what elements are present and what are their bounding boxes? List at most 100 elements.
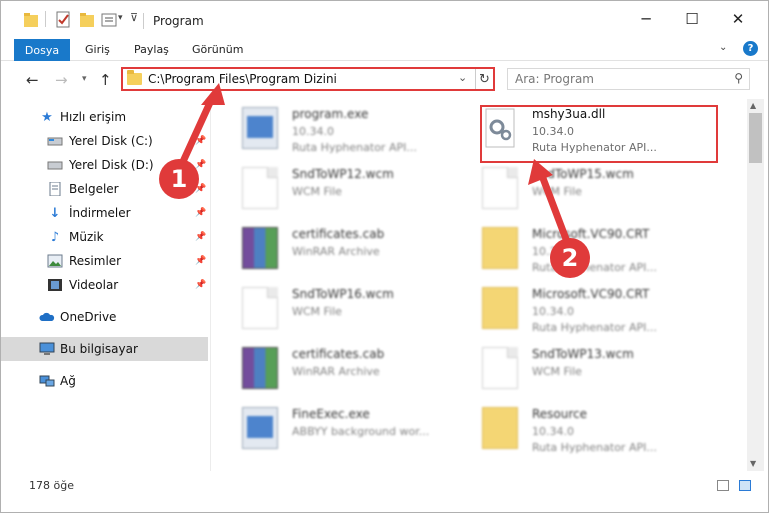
help-button[interactable]: ? (743, 41, 758, 56)
file-item[interactable]: program.exe 10.34.0 Ruta Hyphenator API.… (234, 101, 464, 159)
folder-icon (24, 13, 38, 27)
close-button[interactable]: ✕ (715, 1, 761, 37)
sidebar-item-music[interactable]: ♪ Müzik 📌 (1, 225, 208, 249)
forward-arrow-icon[interactable]: → (55, 71, 68, 89)
search-icon[interactable]: ⚲ (734, 71, 743, 85)
recent-locations-icon[interactable]: ▾ (82, 74, 87, 84)
vertical-scrollbar[interactable]: ▲ ▼ (747, 99, 764, 471)
documents-icon (49, 182, 61, 196)
installer-icon (242, 107, 278, 149)
scroll-down-icon[interactable]: ▼ (750, 459, 756, 468)
minimize-button[interactable]: ─ (623, 1, 669, 37)
file-item[interactable]: SndToWP12.wcm WCM File (234, 161, 464, 219)
address-bar[interactable]: C:\Program Files\Program Dizini ⌄ ↻ (121, 67, 495, 91)
pin-icon: 📌 (195, 256, 207, 266)
file-detail: WinRAR Archive (292, 245, 380, 258)
sidebar-item-disk-c[interactable]: Yerel Disk (C:) 📌 (1, 129, 208, 153)
sidebar-item-this-pc[interactable]: Bu bilgisayar (1, 337, 208, 361)
document-icon (482, 347, 518, 389)
file-detail: WCM File (532, 185, 582, 198)
document-icon (242, 287, 278, 329)
file-item[interactable]: SndToWP13.wcm WCM File (474, 341, 704, 399)
maximize-button[interactable]: ☐ (669, 1, 715, 37)
file-name: FineExec.exe (292, 407, 370, 421)
navigation-pane: ★ Hızlı erişim Yerel Disk (C:) 📌 Yerel D… (1, 99, 211, 471)
drive-icon (47, 137, 63, 146)
new-folder-icon[interactable] (79, 11, 95, 29)
pin-icon: 📌 (195, 232, 207, 242)
file-item[interactable]: Microsoft.VC90.CRT 10.34.0 Ruta Hyphenat… (474, 221, 704, 279)
file-name: SndToWP15.wcm (532, 167, 634, 181)
file-item[interactable]: Microsoft.VC90.CRT 10.34.0 Ruta Hyphenat… (474, 281, 704, 339)
sidebar-item-label: Belgeler (69, 182, 119, 196)
pin-icon: 📌 (195, 136, 207, 146)
back-arrow-icon[interactable]: ← (26, 71, 39, 89)
sidebar-item-label: Müzik (69, 230, 104, 244)
zip-folder-icon (482, 287, 518, 329)
file-item[interactable]: FineExec.exe ABBYY background wor... (234, 401, 464, 459)
quick-access-toolbar-icon[interactable]: ⊽ (130, 11, 138, 24)
drive-icon (47, 161, 63, 170)
sidebar-item-network[interactable]: Ağ (1, 369, 208, 393)
pin-icon: 📌 (195, 160, 207, 170)
download-icon: ↓ (49, 205, 61, 221)
file-item[interactable]: SndToWP15.wcm WCM File (474, 161, 704, 219)
properties-icon[interactable] (55, 11, 71, 29)
file-detail: ABBYY background wor... (292, 425, 430, 438)
file-detail: Ruta Hyphenator API... (292, 141, 417, 154)
sidebar-item-videos[interactable]: Videolar 📌 (1, 273, 208, 297)
file-highlight-box (480, 105, 718, 163)
file-name: Microsoft.VC90.CRT (532, 287, 650, 301)
sidebar-item-onedrive[interactable]: OneDrive (1, 305, 208, 329)
search-input[interactable]: Ara: Program ⚲ (507, 68, 750, 90)
file-detail: 10.34.0 (292, 125, 334, 138)
file-name: SndToWP13.wcm (532, 347, 634, 361)
file-item[interactable]: Resource 10.34.0 Ruta Hyphenator API... (474, 401, 704, 459)
details-view-icon[interactable] (717, 480, 729, 491)
tab-file[interactable]: Dosya (14, 39, 70, 61)
title-bar: ▾ ⊽ Program ─ ☐ ✕ (1, 1, 768, 37)
tab-share[interactable]: Paylaş (134, 43, 169, 56)
pictures-icon (47, 254, 63, 268)
file-item[interactable]: certificates.cab WinRAR Archive (234, 341, 464, 399)
sidebar-item-label: İndirmeler (69, 206, 131, 220)
sidebar-item-label: Yerel Disk (D:) (69, 158, 154, 172)
file-item[interactable]: SndToWP16.wcm WCM File (234, 281, 464, 339)
sidebar-item-downloads[interactable]: ↓ İndirmeler 📌 (1, 201, 208, 225)
file-name: SndToWP12.wcm (292, 167, 394, 181)
chevron-down-icon[interactable]: ▾ (118, 13, 123, 23)
document-icon (242, 167, 278, 209)
customize-icon[interactable] (101, 11, 117, 29)
network-icon (39, 375, 55, 387)
file-detail: WCM File (532, 365, 582, 378)
sidebar-item-label: Ağ (60, 374, 76, 388)
up-arrow-icon[interactable]: ↑ (99, 71, 112, 89)
computer-icon (39, 342, 55, 355)
navigation-bar: ← → ▾ ↑ C:\Program Files\Program Dizini … (1, 63, 768, 97)
scrollbar-thumb[interactable] (749, 113, 762, 163)
pin-icon: 📌 (195, 280, 207, 290)
file-detail: Ruta Hyphenator API... (532, 321, 657, 334)
item-count: 178 öğe (29, 479, 74, 492)
search-placeholder: Ara: Program (515, 72, 594, 86)
tab-view[interactable]: Görünüm (192, 43, 243, 56)
address-text[interactable]: C:\Program Files\Program Dizini (148, 72, 337, 86)
document-icon (482, 167, 518, 209)
sidebar-item-quick-access[interactable]: ★ Hızlı erişim (1, 105, 208, 129)
file-name: Resource (532, 407, 588, 421)
explorer-window: ▾ ⊽ Program ─ ☐ ✕ Dosya Giriş Paylaş Gör… (0, 0, 769, 513)
chevron-down-icon[interactable]: ⌄ (458, 71, 467, 84)
sidebar-item-label: Hızlı erişim (60, 110, 127, 124)
chevron-down-icon[interactable]: ⌄ (719, 42, 727, 53)
tab-home[interactable]: Giriş (85, 43, 110, 56)
tiles-view-icon[interactable] (739, 480, 751, 491)
scroll-up-icon[interactable]: ▲ (750, 101, 756, 110)
refresh-icon[interactable]: ↻ (475, 69, 493, 89)
file-item[interactable]: certificates.cab WinRAR Archive (234, 221, 464, 279)
file-name: certificates.cab (292, 227, 385, 241)
winrar-icon (242, 347, 278, 389)
window-title: Program (153, 14, 204, 28)
sidebar-item-pictures[interactable]: Resimler 📌 (1, 249, 208, 273)
pin-icon: 📌 (195, 208, 207, 218)
videos-icon (48, 279, 62, 291)
